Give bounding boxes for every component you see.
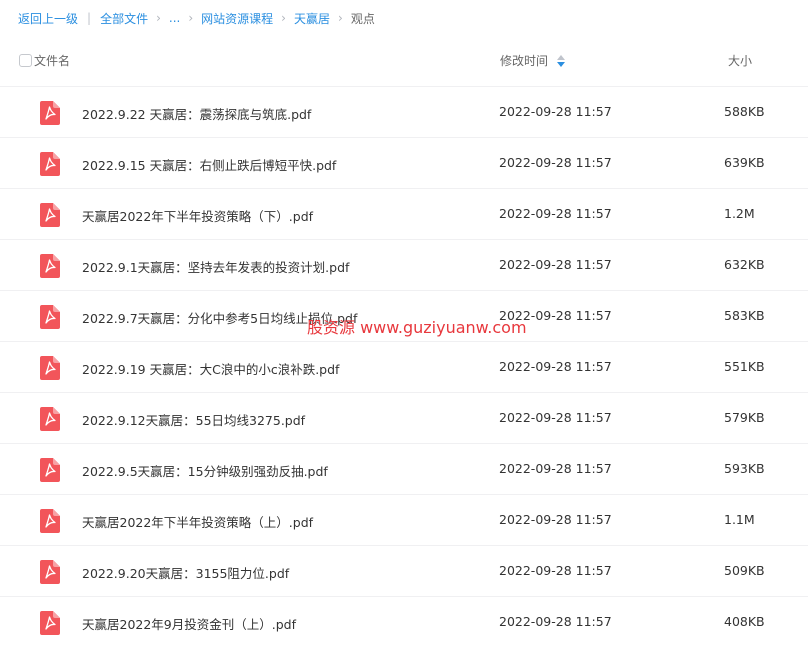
file-modified-time: 2022-09-28 11:57: [499, 206, 612, 221]
file-name[interactable]: 2022.9.12天赢居：55日均线3275.pdf: [82, 410, 305, 429]
file-row[interactable]: 2022.9.1天赢居：坚持去年发表的投资计划.pdf 2022-09-28 11…: [0, 239, 808, 290]
file-modified-time: 2022-09-28 11:57: [499, 257, 612, 272]
file-size: 1.2M: [724, 206, 755, 221]
file-name[interactable]: 2022.9.19 天赢居：大C浪中的小c浪补跌.pdf: [82, 359, 339, 378]
file-row[interactable]: 2022.9.22 天赢居：震荡探底与筑底.pdf 2022-09-28 11:5…: [0, 86, 808, 137]
file-size: 639KB: [724, 155, 765, 170]
pdf-file-icon: [40, 152, 60, 176]
breadcrumb-divider: |: [87, 11, 92, 25]
file-modified-time: 2022-09-28 11:57: [499, 359, 612, 374]
file-size: 579KB: [724, 410, 765, 425]
file-name[interactable]: 2022.9.20天赢居：3155阻力位.pdf: [82, 563, 289, 582]
table-header: 文件名 修改时间 大小: [0, 46, 808, 76]
file-row[interactable]: 2022.9.15 天赢居：右侧止跌后博短平快.pdf 2022-09-28 11…: [0, 137, 808, 188]
file-modified-time: 2022-09-28 11:57: [499, 512, 612, 527]
file-name[interactable]: 天赢居2022年9月投资金刊（上）.pdf: [82, 614, 296, 633]
file-row[interactable]: 2022.9.7天赢居：分化中参考5日均线止损位.pdf 2022-09-28 1…: [0, 290, 808, 341]
chevron-right-icon: ›: [281, 11, 286, 25]
back-link[interactable]: 返回上一级: [18, 10, 78, 27]
file-modified-time: 2022-09-28 11:57: [499, 563, 612, 578]
file-size: 593KB: [724, 461, 765, 476]
column-header-size[interactable]: 大小: [728, 52, 752, 69]
file-row[interactable]: 2022.9.19 天赢居：大C浪中的小c浪补跌.pdf 2022-09-28 1…: [0, 341, 808, 392]
file-modified-time: 2022-09-28 11:57: [499, 308, 612, 323]
pdf-file-icon: [40, 611, 60, 635]
sort-icon[interactable]: [557, 55, 565, 67]
breadcrumb-all-files[interactable]: 全部文件: [100, 10, 148, 27]
file-name[interactable]: 2022.9.7天赢居：分化中参考5日均线止损位.pdf: [82, 308, 357, 327]
pdf-file-icon: [40, 407, 60, 431]
pdf-file-icon: [40, 101, 60, 125]
file-modified-time: 2022-09-28 11:57: [499, 155, 612, 170]
file-size: 1.1M: [724, 512, 755, 527]
file-name[interactable]: 2022.9.15 天赢居：右侧止跌后博短平快.pdf: [82, 155, 336, 174]
file-size: 551KB: [724, 359, 765, 374]
file-name[interactable]: 2022.9.22 天赢居：震荡探底与筑底.pdf: [82, 104, 311, 123]
breadcrumb-ellipsis[interactable]: ...: [169, 11, 180, 25]
file-size: 632KB: [724, 257, 765, 272]
file-name[interactable]: 天赢居2022年下半年投资策略（下）.pdf: [82, 206, 313, 225]
file-size: 509KB: [724, 563, 765, 578]
file-modified-time: 2022-09-28 11:57: [499, 461, 612, 476]
file-name[interactable]: 天赢居2022年下半年投资策略（上）.pdf: [82, 512, 313, 531]
breadcrumb-folder-courses[interactable]: 网站资源课程: [201, 10, 273, 27]
file-row[interactable]: 天赢居2022年下半年投资策略（上）.pdf 2022-09-28 11:57 1.…: [0, 494, 808, 545]
chevron-right-icon: ›: [156, 11, 161, 25]
file-size: 583KB: [724, 308, 765, 323]
breadcrumb: 返回上一级 | 全部文件 › ... › 网站资源课程 › 天赢居 › 观点: [18, 8, 375, 28]
pdf-file-icon: [40, 254, 60, 278]
file-modified-time: 2022-09-28 11:57: [499, 104, 612, 119]
file-modified-time: 2022-09-28 11:57: [499, 410, 612, 425]
file-size: 408KB: [724, 614, 765, 629]
pdf-file-icon: [40, 305, 60, 329]
pdf-file-icon: [40, 356, 60, 380]
file-row[interactable]: 2022.9.5天赢居：15分钟级别强劲反抽.pdf 2022-09-28 11:…: [0, 443, 808, 494]
pdf-file-icon: [40, 458, 60, 482]
pdf-file-icon: [40, 509, 60, 533]
column-header-modified[interactable]: 修改时间: [500, 52, 548, 69]
pdf-file-icon: [40, 560, 60, 584]
file-row[interactable]: 天赢居2022年下半年投资策略（下）.pdf 2022-09-28 11:57 1.…: [0, 188, 808, 239]
file-modified-time: 2022-09-28 11:57: [499, 614, 612, 629]
file-row[interactable]: 2022.9.20天赢居：3155阻力位.pdf 2022-09-28 11:57…: [0, 545, 808, 596]
file-row[interactable]: 2022.9.12天赢居：55日均线3275.pdf 2022-09-28 11:…: [0, 392, 808, 443]
pdf-file-icon: [40, 203, 60, 227]
column-header-name[interactable]: 文件名: [34, 52, 70, 69]
file-size: 588KB: [724, 104, 765, 119]
file-row[interactable]: 天赢居2022年9月投资金刊（上）.pdf 2022-09-28 11:57 408…: [0, 596, 808, 647]
breadcrumb-folder-tianyingju[interactable]: 天赢居: [294, 10, 330, 27]
file-list: 2022.9.22 天赢居：震荡探底与筑底.pdf 2022-09-28 11:5…: [0, 86, 808, 647]
chevron-right-icon: ›: [188, 11, 194, 25]
chevron-right-icon: ›: [338, 11, 343, 25]
file-name[interactable]: 2022.9.1天赢居：坚持去年发表的投资计划.pdf: [82, 257, 349, 276]
select-all-checkbox[interactable]: [19, 54, 32, 67]
file-name[interactable]: 2022.9.5天赢居：15分钟级别强劲反抽.pdf: [82, 461, 328, 480]
breadcrumb-current: 观点: [350, 11, 375, 26]
